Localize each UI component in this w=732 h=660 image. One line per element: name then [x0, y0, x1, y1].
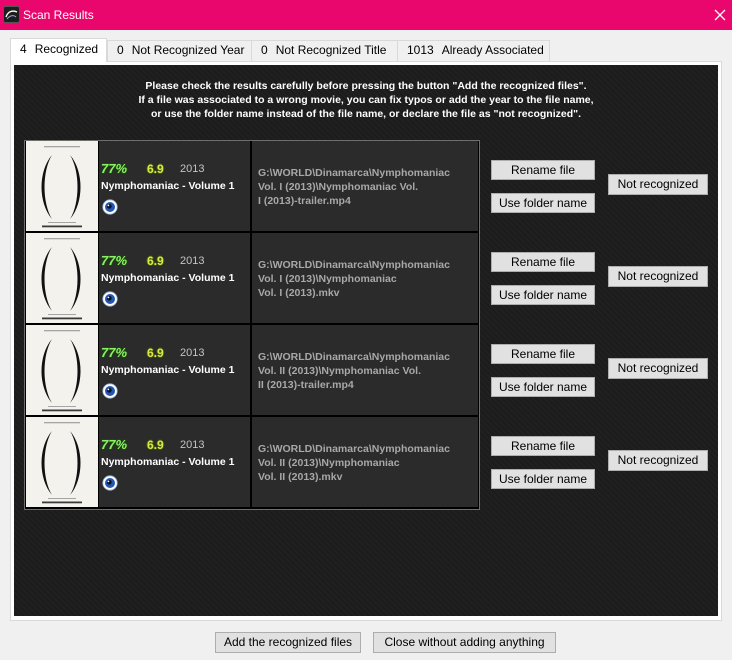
close-window-button[interactable] [704, 0, 732, 30]
file-path-line: G:\WORLD\Dinamarca\Nymphomaniac [258, 443, 450, 455]
file-path-line: II (2013)-trailer.mp4 [258, 379, 354, 391]
result-row[interactable]: 77% 6.9 2013 Nymphomaniac - Volume 1 G:\… [24, 417, 708, 507]
file-path-line: Vol. II (2013).mkv [258, 471, 343, 483]
instruction-line: Please check the results carefully befor… [145, 80, 587, 92]
movie-info: 77% 6.9 2013 Nymphomaniac - Volume 1 [99, 417, 250, 507]
release-year: 2013 [180, 347, 205, 359]
file-path: G:\WORLD\Dinamarca\Nymphomaniac Vol. II … [258, 442, 450, 484]
movie-title: Nymphomaniac - Volume 1 [101, 456, 235, 468]
movie-poster [26, 233, 98, 323]
tab-recognized[interactable]: 4 Recognized [10, 38, 107, 62]
use-folder-name-button[interactable]: Use folder name [491, 377, 595, 397]
window-title: Scan Results [23, 8, 94, 22]
movie-info: 77% 6.9 2013 Nymphomaniac - Volume 1 [99, 233, 250, 323]
match-percent: 77% [101, 345, 128, 360]
release-year: 2013 [180, 439, 205, 451]
movie-title: Nymphomaniac - Volume 1 [101, 364, 235, 376]
release-year: 2013 [180, 255, 205, 267]
rating-score: 6.9 [147, 162, 164, 176]
eye-icon[interactable] [102, 199, 118, 215]
tab-label: Not Recognized Year [131, 43, 245, 57]
file-path: G:\WORLD\Dinamarca\Nymphomaniac Vol. II … [258, 350, 450, 392]
instruction-line: If a file was associated to a wrong movi… [138, 94, 594, 106]
not-recognized-button[interactable]: Not recognized [608, 450, 708, 471]
rating-score: 6.9 [147, 254, 164, 268]
movie-title: Nymphomaniac - Volume 1 [101, 180, 235, 192]
not-recognized-button[interactable]: Not recognized [608, 266, 708, 287]
file-path-line: G:\WORLD\Dinamarca\Nymphomaniac [258, 259, 450, 271]
tab-label: Not Recognized Title [275, 43, 387, 57]
instructions-text: Please check the results carefully befor… [14, 79, 718, 121]
tab-label: Already Associated [441, 43, 544, 57]
tab-count: 1013 [407, 43, 434, 57]
eye-icon[interactable] [102, 383, 118, 399]
rename-file-button[interactable]: Rename file [491, 252, 595, 272]
rename-file-button[interactable]: Rename file [491, 344, 595, 364]
eye-icon[interactable] [102, 475, 118, 491]
movie-info: 77% 6.9 2013 Nymphomaniac - Volume 1 [99, 141, 250, 231]
file-path-line: Vol. I (2013)\Nymphomaniac Vol. [258, 181, 419, 193]
movie-poster [26, 417, 98, 507]
use-folder-name-button[interactable]: Use folder name [491, 193, 595, 213]
result-row[interactable]: 77% 6.9 2013 Nymphomaniac - Volume 1 G:\… [24, 141, 708, 231]
tab-count: 0 [261, 43, 268, 57]
rating-score: 6.9 [147, 438, 164, 452]
not-recognized-button[interactable]: Not recognized [608, 174, 708, 195]
not-recognized-button[interactable]: Not recognized [608, 358, 708, 379]
tab-not-recognized-title[interactable]: 0 Not Recognized Title [251, 40, 398, 62]
file-path-line: Vol. II (2013)\Nymphomaniac [258, 457, 400, 469]
file-path-line: G:\WORLD\Dinamarca\Nymphomaniac [258, 167, 450, 179]
match-percent: 77% [101, 437, 128, 452]
file-path-line: Vol. II (2013)\Nymphomaniac Vol. [258, 365, 421, 377]
rename-file-button[interactable]: Rename file [491, 436, 595, 456]
file-path-cell: G:\WORLD\Dinamarca\Nymphomaniac Vol. I (… [252, 233, 478, 323]
add-recognized-files-button[interactable]: Add the recognized files [215, 632, 361, 653]
file-path: G:\WORLD\Dinamarca\Nymphomaniac Vol. I (… [258, 166, 450, 208]
tab-already-associated[interactable]: 1013 Already Associated [397, 40, 550, 62]
eye-icon[interactable] [102, 291, 118, 307]
tab-not-recognized-year[interactable]: 0 Not Recognized Year [107, 40, 252, 62]
tab-count: 0 [117, 43, 124, 57]
movie-poster [26, 325, 98, 415]
title-bar[interactable]: Scan Results [0, 0, 732, 30]
file-path-cell: G:\WORLD\Dinamarca\Nymphomaniac Vol. II … [252, 325, 478, 415]
close-icon [714, 9, 726, 21]
rename-file-button[interactable]: Rename file [491, 160, 595, 180]
result-row[interactable]: 77% 6.9 2013 Nymphomaniac - Volume 1 G:\… [24, 233, 708, 323]
app-icon [3, 6, 20, 23]
result-row[interactable]: 77% 6.9 2013 Nymphomaniac - Volume 1 G:\… [24, 325, 708, 415]
release-year: 2013 [180, 163, 205, 175]
file-path-cell: G:\WORLD\Dinamarca\Nymphomaniac Vol. II … [252, 417, 478, 507]
rating-score: 6.9 [147, 346, 164, 360]
file-path: G:\WORLD\Dinamarca\Nymphomaniac Vol. I (… [258, 258, 450, 300]
movie-title: Nymphomaniac - Volume 1 [101, 272, 235, 284]
file-path-line: Vol. I (2013)\Nymphomaniac [258, 273, 397, 285]
file-path-cell: G:\WORLD\Dinamarca\Nymphomaniac Vol. I (… [252, 141, 478, 231]
use-folder-name-button[interactable]: Use folder name [491, 285, 595, 305]
file-path-line: Vol. I (2013).mkv [258, 287, 340, 299]
tab-count: 4 [20, 42, 27, 56]
movie-poster [26, 141, 98, 231]
match-percent: 77% [101, 161, 128, 176]
match-percent: 77% [101, 253, 128, 268]
file-path-line: G:\WORLD\Dinamarca\Nymphomaniac [258, 351, 450, 363]
use-folder-name-button[interactable]: Use folder name [491, 469, 595, 489]
instruction-line: or use the folder name instead of the fi… [150, 108, 582, 120]
file-path-line: I (2013)-trailer.mp4 [258, 195, 351, 207]
close-without-adding-button[interactable]: Close without adding anything [373, 632, 556, 653]
movie-info: 77% 6.9 2013 Nymphomaniac - Volume 1 [99, 325, 250, 415]
tab-label: Recognized [34, 42, 99, 56]
